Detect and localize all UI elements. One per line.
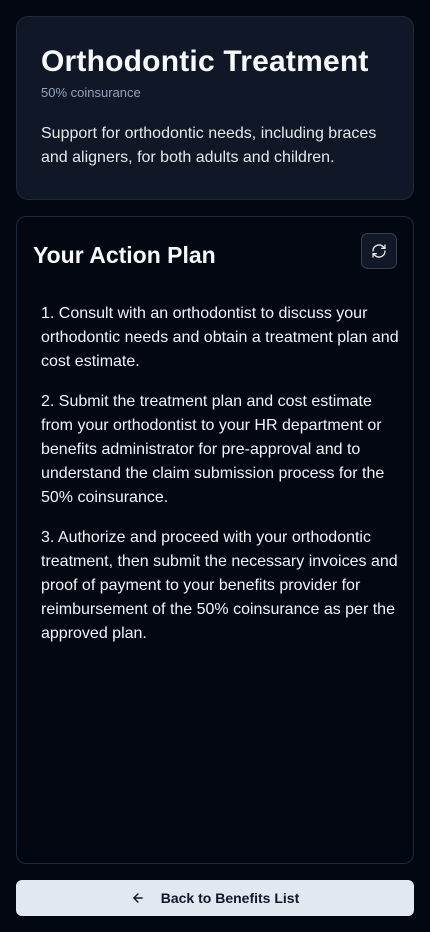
action-step: 2. Submit the treatment plan and cost es… bbox=[41, 393, 385, 506]
action-steps-list: 1. Consult with an orthodontist to discu… bbox=[41, 302, 401, 662]
page: Orthodontic Treatment 50% coinsurance Su… bbox=[0, 0, 430, 932]
refresh-button[interactable] bbox=[361, 233, 397, 269]
benefit-description: Support for orthodontic needs, including… bbox=[41, 125, 377, 166]
action-plan-header: Your Action Plan bbox=[33, 233, 397, 271]
coverage-label: 50% coinsurance bbox=[41, 85, 141, 100]
benefit-title: Orthodontic Treatment bbox=[41, 45, 369, 78]
action-plan-card: Your Action Plan 1. Consult with an orth… bbox=[16, 216, 414, 864]
action-plan-title: Your Action Plan bbox=[33, 242, 216, 268]
arrow-left-icon bbox=[131, 891, 145, 905]
benefit-card: Orthodontic Treatment 50% coinsurance Su… bbox=[16, 16, 414, 200]
refresh-icon bbox=[372, 244, 386, 258]
action-step: 1. Consult with an orthodontist to discu… bbox=[41, 305, 399, 370]
action-step: 3. Authorize and proceed with your ortho… bbox=[41, 529, 398, 642]
back-button-label: Back to Benefits List bbox=[160, 890, 300, 906]
back-to-benefits-button[interactable]: Back to Benefits List bbox=[16, 880, 414, 916]
